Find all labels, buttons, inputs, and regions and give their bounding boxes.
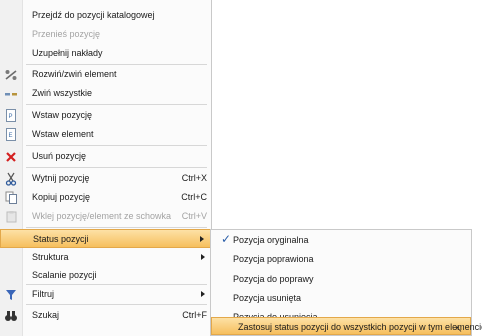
submenu-item-deleted[interactable]: Pozycja usunięta: [211, 289, 471, 307]
position-status-submenu: ✓ Pozycja oryginalna Pozycja poprawiona …: [210, 229, 482, 336]
shortcut-label: Ctrl+F: [182, 310, 207, 320]
menu-item-position-status[interactable]: Status pozycji: [0, 229, 211, 248]
submenu-arrow-icon: [200, 236, 204, 242]
shortcut-label: Ctrl+C: [181, 192, 207, 202]
menu-item-label: Wytnij pozycję: [32, 173, 90, 183]
menu-item-goto-catalog[interactable]: Przejdź do pozycji katalogowej: [0, 6, 211, 25]
submenu-item-corrected[interactable]: Pozycja poprawiona: [211, 250, 471, 268]
menu-item-label: Szukaj: [32, 310, 60, 320]
menu-item-insert-element[interactable]: E Wstaw element: [0, 125, 211, 144]
copy-icon: [3, 190, 19, 205]
menu-item-label: Rozwiń/zwiń element: [32, 69, 117, 79]
expand-collapse-icon: [3, 67, 19, 82]
submenu-item-label: Pozycja usunięta: [233, 293, 302, 303]
insert-element-icon: E: [3, 127, 19, 142]
menu-item-cut-position[interactable]: Wytnij pozycję Ctrl+X: [0, 169, 211, 188]
submenu-arrow-icon: [201, 254, 205, 260]
menu-item-label: Zwiń wszystkie: [32, 88, 93, 98]
shortcut-label: Ctrl+V: [181, 211, 207, 221]
submenu-item-apply-all[interactable]: Zastosuj status pozycji do wszystkich po…: [211, 317, 482, 335]
svg-text:P: P: [9, 114, 13, 120]
menu-item-label: Scalanie pozycji: [32, 270, 97, 280]
menu-item-label: Kopiuj pozycję: [32, 192, 91, 202]
submenu-item-label: Pozycja poprawiona: [233, 254, 314, 264]
menu-item-expand-collapse[interactable]: Rozwiń/zwiń element: [0, 65, 211, 84]
menu-item-paste-position: Wklej pozycję/element ze schowka Ctrl+V: [0, 207, 211, 226]
menu-item-label: Usuń pozycję: [32, 151, 87, 161]
menu-item-label: Uzupełnij nakłady: [32, 48, 103, 58]
menu-item-copy-position[interactable]: Kopiuj pozycję Ctrl+C: [0, 188, 211, 207]
submenu-item-to-correct[interactable]: Pozycja do poprawy: [211, 270, 471, 288]
checkmark-icon: ✓: [221, 232, 232, 246]
menu-separator: [26, 304, 207, 305]
menu-item-label: Przenieś pozycję: [32, 29, 101, 39]
menu-item-structure[interactable]: Struktura: [0, 248, 211, 267]
menu-separator: [26, 227, 207, 228]
submenu-item-original[interactable]: ✓ Pozycja oryginalna: [211, 231, 471, 249]
submenu-item-label: Pozycja oryginalna: [233, 235, 309, 245]
menu-separator: [26, 145, 207, 146]
menu-item-move-position: Przenieś pozycję: [0, 25, 211, 44]
menu-item-collapse-all[interactable]: Zwiń wszystkie: [0, 84, 211, 103]
menu-item-merge-positions[interactable]: Scalanie pozycji: [0, 266, 211, 285]
paste-icon: [3, 209, 19, 224]
menu-item-insert-position[interactable]: P Wstaw pozycję: [0, 106, 211, 125]
context-menu: Przejdź do pozycji katalogowej Przenieś …: [0, 0, 212, 336]
menu-item-complete-inputs[interactable]: Uzupełnij nakłady: [0, 44, 211, 63]
menu-item-label: Wstaw pozycję: [32, 110, 93, 120]
menu-item-delete-position[interactable]: Usuń pozycję: [0, 147, 211, 166]
menu-item-filter[interactable]: Filtruj: [0, 285, 211, 304]
submenu-arrow-icon: [201, 291, 205, 297]
menu-separator: [26, 167, 207, 168]
menu-item-label: Status pozycji: [33, 234, 89, 244]
svg-text:E: E: [9, 133, 13, 139]
delete-x-icon: [3, 149, 19, 164]
menu-item-label: Filtruj: [32, 289, 54, 299]
submenu-item-label: Zastosuj status pozycji do wszystkich po…: [238, 322, 482, 332]
menu-item-label: Przejdź do pozycji katalogowej: [32, 10, 155, 20]
submenu-item-label: Pozycja do poprawy: [233, 274, 314, 284]
menu-item-label: Wstaw element: [32, 129, 94, 139]
menu-separator: [26, 104, 207, 105]
scissors-icon: [3, 171, 19, 186]
binoculars-icon: [3, 308, 19, 323]
funnel-icon: [3, 287, 19, 302]
menu-item-label: Struktura: [32, 252, 69, 262]
mouse-cursor-icon: ↖: [455, 324, 463, 334]
collapse-all-icon: [3, 86, 19, 101]
menu-item-label: Wklej pozycję/element ze schowka: [32, 211, 172, 221]
menu-item-search[interactable]: Szukaj Ctrl+F: [0, 306, 211, 325]
shortcut-label: Ctrl+X: [181, 173, 207, 183]
insert-position-icon: P: [3, 108, 19, 123]
